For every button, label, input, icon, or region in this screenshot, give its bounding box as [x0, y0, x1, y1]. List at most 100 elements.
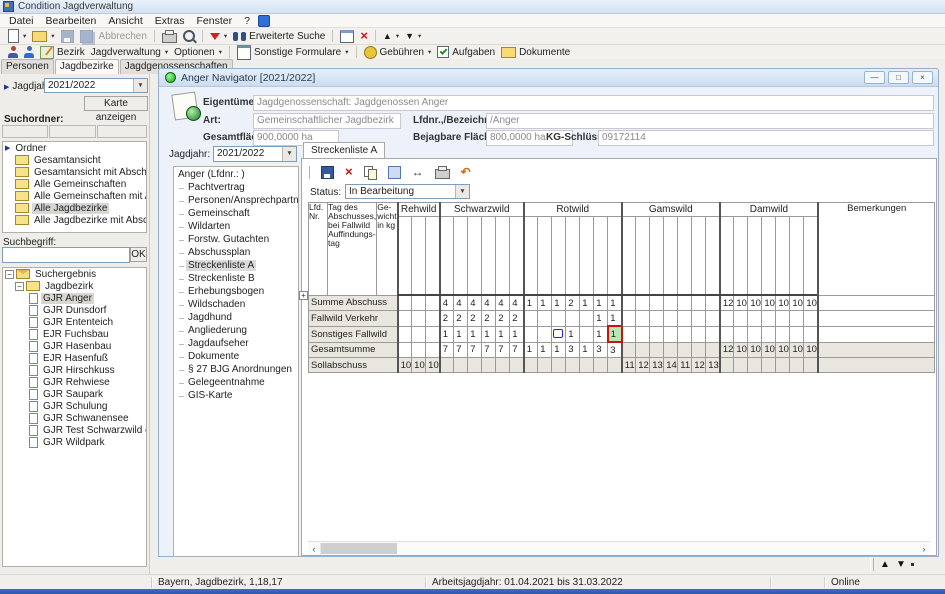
- grid-cell[interactable]: 1: [594, 295, 608, 311]
- tree-item-gjr-saupark[interactable]: GJR Saupark: [3, 388, 146, 400]
- aufgaben-button[interactable]: Aufgaben: [434, 45, 498, 59]
- dokumente-button[interactable]: Dokumente: [498, 45, 573, 59]
- print-button[interactable]: [159, 29, 180, 43]
- grid-cell[interactable]: [552, 326, 566, 342]
- grid-cell[interactable]: [636, 326, 650, 342]
- maximize-button[interactable]: □: [888, 71, 909, 84]
- grid-cell[interactable]: 1: [608, 311, 622, 327]
- grid-cell[interactable]: 12: [720, 295, 734, 311]
- grid-cell[interactable]: [650, 311, 664, 327]
- grid-cell[interactable]: [398, 342, 412, 358]
- grid-cell[interactable]: [426, 295, 440, 311]
- grid-cell[interactable]: [790, 326, 804, 342]
- grid-cell[interactable]: [580, 326, 594, 342]
- grid-cell[interactable]: 10: [790, 342, 804, 358]
- ok-button[interactable]: OK: [130, 247, 147, 262]
- navtree-item-streckenliste-b[interactable]: Streckenliste B: [176, 273, 296, 286]
- grid-cell[interactable]: [524, 326, 538, 342]
- grid-cell[interactable]: [790, 311, 804, 327]
- navtree-item-wildschaden[interactable]: Wildschaden: [176, 299, 296, 312]
- next-record-button[interactable]: ▾: [402, 29, 424, 43]
- chevron-down-icon[interactable]: ▾: [345, 48, 348, 56]
- insert-row-button[interactable]: [385, 165, 404, 179]
- grid-cell[interactable]: [748, 358, 762, 373]
- tree-item-gesamtansicht[interactable]: Gesamtansicht: [3, 154, 146, 166]
- properties-button[interactable]: [337, 29, 357, 43]
- grid-cell[interactable]: 1: [580, 342, 594, 358]
- grid-cell[interactable]: [636, 342, 650, 358]
- grid-cell[interactable]: 14: [664, 358, 678, 373]
- grid-cell[interactable]: [650, 295, 664, 311]
- filter-button[interactable]: ▾: [207, 29, 230, 43]
- grid-cell[interactable]: 7: [496, 342, 510, 358]
- minimize-button[interactable]: —: [864, 71, 885, 84]
- grid-cell[interactable]: 10: [762, 342, 776, 358]
- navtree-item-gelegeentnahme[interactable]: Gelegeentnahme: [176, 377, 296, 390]
- grid-cell[interactable]: [678, 311, 692, 327]
- grid-cell[interactable]: 10: [412, 358, 426, 373]
- grid-cell[interactable]: [664, 311, 678, 327]
- grid-cell[interactable]: [706, 342, 720, 358]
- navtree-item-erhebungsbogen[interactable]: Erhebungsbogen: [176, 286, 296, 299]
- grid-cell[interactable]: 10: [748, 295, 762, 311]
- grid-cell[interactable]: 10: [804, 295, 818, 311]
- tree-item-gesamtansicht-mit-abschusspl-nen[interactable]: Gesamtansicht mit Abschussplänen: [3, 166, 146, 178]
- person-button[interactable]: [21, 45, 37, 59]
- tab-jagdbezirke[interactable]: Jagdbezirke: [55, 59, 119, 74]
- grid-cell[interactable]: [678, 326, 692, 342]
- grid-cell[interactable]: [622, 311, 636, 327]
- grid-cell[interactable]: [706, 326, 720, 342]
- grid-cell[interactable]: [552, 358, 566, 373]
- grid-cell[interactable]: 1: [594, 311, 608, 327]
- optionen-button[interactable]: Optionen▾: [171, 45, 225, 59]
- tree-item-gjr-schwanensee[interactable]: GJR Schwanensee: [3, 412, 146, 424]
- grid-cell[interactable]: 7: [482, 342, 496, 358]
- grid-cell[interactable]: 1: [524, 295, 538, 311]
- grid-cell[interactable]: [426, 311, 440, 327]
- grid-cell[interactable]: 4: [468, 295, 482, 311]
- grid-cell[interactable]: [510, 358, 524, 373]
- grid-cell[interactable]: 1: [496, 326, 510, 342]
- navtree-item-gemeinschaft[interactable]: Gemeinschaft: [176, 208, 296, 221]
- chevron-down-icon[interactable]: ▼: [133, 79, 147, 92]
- grid-cell[interactable]: [762, 311, 776, 327]
- grid-cell-bemerkung[interactable]: [818, 326, 935, 342]
- navtree-item-streckenliste-a[interactable]: Streckenliste A: [176, 260, 296, 273]
- gebuehren-button[interactable]: Gebühren▾: [361, 45, 435, 59]
- grid-cell[interactable]: [776, 358, 790, 373]
- grid-cell[interactable]: 7: [468, 342, 482, 358]
- grid-cell[interactable]: 4: [454, 295, 468, 311]
- tree-item-alle-gemeinschaften[interactable]: Alle Gemeinschaften: [3, 178, 146, 190]
- navtree-item-dokumente[interactable]: Dokumente: [176, 351, 296, 364]
- window-jagdjahr-select[interactable]: 2021/2022▼: [213, 146, 297, 162]
- navtree-root[interactable]: Anger (Lfdnr.: ): [176, 169, 296, 182]
- grid-cell[interactable]: [622, 326, 636, 342]
- menu-ansicht[interactable]: Ansicht: [102, 14, 148, 28]
- record-down-icon[interactable]: ▼: [893, 557, 909, 572]
- grid-cell[interactable]: 4: [510, 295, 524, 311]
- bezirk-button[interactable]: Bezirk: [37, 45, 88, 59]
- copy-row-button[interactable]: [361, 165, 380, 179]
- tree-item-gjr-hasenbau[interactable]: GJR Hasenbau: [3, 340, 146, 352]
- grid-cell[interactable]: 10: [748, 342, 762, 358]
- grid-cell[interactable]: 10: [776, 295, 790, 311]
- grid-cell[interactable]: [538, 326, 552, 342]
- grid-cell[interactable]: 2: [496, 311, 510, 327]
- grid-cell[interactable]: [692, 295, 706, 311]
- chevron-down-icon[interactable]: ▾: [219, 48, 222, 56]
- new-document-button[interactable]: ▾: [5, 29, 29, 43]
- tree-item-gjr-ententeich[interactable]: GJR Ententeich: [3, 316, 146, 328]
- grid-cell[interactable]: [636, 295, 650, 311]
- grid-cell[interactable]: 1: [510, 326, 524, 342]
- grid-cell[interactable]: [762, 358, 776, 373]
- grid-cell[interactable]: 1: [538, 342, 552, 358]
- grid-cell[interactable]: [776, 311, 790, 327]
- advanced-search-button[interactable]: Erweiterte Suche: [230, 29, 328, 43]
- grid-cell[interactable]: [692, 326, 706, 342]
- grid-cell[interactable]: [790, 358, 804, 373]
- tree-item-gjr-schulung[interactable]: GJR Schulung: [3, 400, 146, 412]
- tree-item-ejr-fuchsbau[interactable]: EJR Fuchsbau: [3, 328, 146, 340]
- grid-cell[interactable]: 13: [706, 358, 720, 373]
- fit-columns-button[interactable]: [409, 165, 427, 179]
- navtree-item-jagdaufseher[interactable]: Jagdaufseher: [176, 338, 296, 351]
